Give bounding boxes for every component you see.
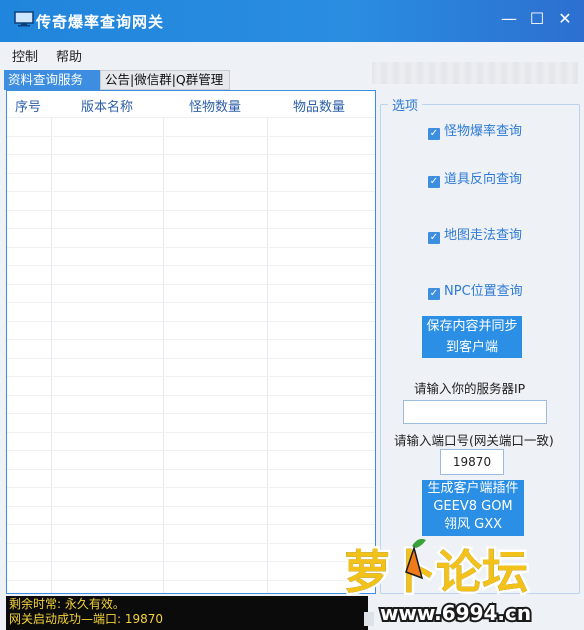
checkbox-map-route[interactable]: ✓ 地图走法查询 xyxy=(428,224,522,244)
column-header-index[interactable]: 序号 xyxy=(15,96,41,115)
table-row-divider xyxy=(7,505,375,507)
checkbox-check-icon[interactable]: ✓ xyxy=(428,232,440,244)
title-bar: 传奇爆率查询网关 — ☐ ✕ xyxy=(0,0,584,42)
checkbox-label: 地图走法查询 xyxy=(444,228,523,243)
column-header-items[interactable]: 物品数量 xyxy=(293,96,345,115)
table-row-divider xyxy=(7,468,375,470)
checkbox-check-icon[interactable]: ✓ xyxy=(428,176,440,188)
table-row-divider xyxy=(7,228,375,229)
generate-plugin-button[interactable]: 生成客户端插件 GEEV8 GOM 翎风 GXX xyxy=(422,480,524,536)
checkbox-check-icon[interactable]: ✓ xyxy=(428,288,440,300)
table-row-divider xyxy=(7,394,375,396)
table-row-divider xyxy=(7,542,375,544)
server-ip-label: 请输入你的服务器IP xyxy=(414,381,526,396)
tab-data-query[interactable]: 资料查询服务 xyxy=(4,70,102,90)
table-header: 序号 版本名称 怪物数量 物品数量 xyxy=(7,91,375,117)
svg-text:www.6994.cn: www.6994.cn xyxy=(380,601,531,625)
grid-divider xyxy=(267,117,268,593)
checkbox-check-icon[interactable]: ✓ xyxy=(428,128,440,140)
checkbox-label: 怪物爆率查询 xyxy=(444,124,523,139)
console-line-gateway: 网关启动成功—端口: 19870 xyxy=(9,612,164,626)
grid-divider xyxy=(51,117,52,593)
table-row-divider xyxy=(7,357,375,359)
table-row-divider xyxy=(7,524,375,525)
table-row-divider xyxy=(7,191,375,192)
checkbox-npc-location[interactable]: ✓ NPC位置查询 xyxy=(428,280,523,300)
checkbox-label: 道具反向查询 xyxy=(444,172,523,187)
table-row-divider xyxy=(7,209,375,211)
maximize-button[interactable]: ☐ xyxy=(528,10,546,28)
generate-button-line2: GEEV8 GOM xyxy=(433,499,513,514)
site-watermark-logo: 萝卜论坛 萝卜论坛 www.6994.cn xyxy=(342,538,533,627)
table-row-divider xyxy=(7,246,375,248)
blurred-region xyxy=(372,62,578,84)
minimize-button[interactable]: — xyxy=(500,10,518,28)
port-label: 请输入端口号(网关端口一致) xyxy=(394,433,554,448)
table-row-divider xyxy=(7,579,375,581)
server-ip-input[interactable] xyxy=(403,400,547,424)
menu-control[interactable]: 控制 xyxy=(12,46,38,65)
table-row-divider xyxy=(7,339,375,340)
table-row-divider xyxy=(7,320,375,322)
close-button[interactable]: ✕ xyxy=(556,10,574,28)
generate-button-line1: 生成客户端插件 xyxy=(427,481,519,496)
console-line-license: 剩余时常: 永久有效。 xyxy=(9,597,125,611)
version-table[interactable]: 序号 版本名称 怪物数量 物品数量 xyxy=(6,90,376,594)
table-row-divider xyxy=(7,431,375,433)
table-row-divider xyxy=(7,302,375,303)
status-console: 剩余时常: 永久有效。 网关启动成功—端口: 19870 xyxy=(6,596,368,630)
column-header-monsters[interactable]: 怪物数量 xyxy=(189,96,241,115)
table-row-divider xyxy=(7,376,375,377)
checkbox-item-reverse[interactable]: ✓ 道具反向查询 xyxy=(428,168,522,188)
table-row-divider xyxy=(7,283,375,285)
tab-announcement[interactable]: 公告|微信群|Q群管理 xyxy=(100,70,230,90)
monitor-icon xyxy=(14,11,34,27)
grid-divider xyxy=(163,117,164,593)
save-button-line2: 到客户端 xyxy=(445,340,498,355)
checkbox-label: NPC位置查询 xyxy=(444,284,523,299)
table-row-divider xyxy=(7,154,375,155)
save-sync-button[interactable]: 保存内容并同步 到客户端 xyxy=(422,316,522,358)
table-row-divider xyxy=(7,135,375,137)
svg-text:萝卜论坛: 萝卜论坛 xyxy=(344,545,528,599)
save-button-line1: 保存内容并同步 xyxy=(426,319,518,334)
port-input[interactable]: 19870 xyxy=(440,449,504,475)
checkbox-monster-drop[interactable]: ✓ 怪物爆率查询 xyxy=(428,120,522,140)
window-title: 传奇爆率查询网关 xyxy=(36,13,165,31)
menu-help[interactable]: 帮助 xyxy=(56,46,82,65)
column-header-version[interactable]: 版本名称 xyxy=(81,96,133,115)
table-row-divider xyxy=(7,172,375,174)
table-row-divider xyxy=(7,265,375,266)
options-legend: 选项 xyxy=(388,95,423,114)
table-row-divider xyxy=(7,413,375,414)
table-row-divider xyxy=(7,117,375,118)
table-row-divider xyxy=(7,561,375,562)
table-row-divider xyxy=(7,450,375,451)
table-row-divider xyxy=(7,487,375,488)
